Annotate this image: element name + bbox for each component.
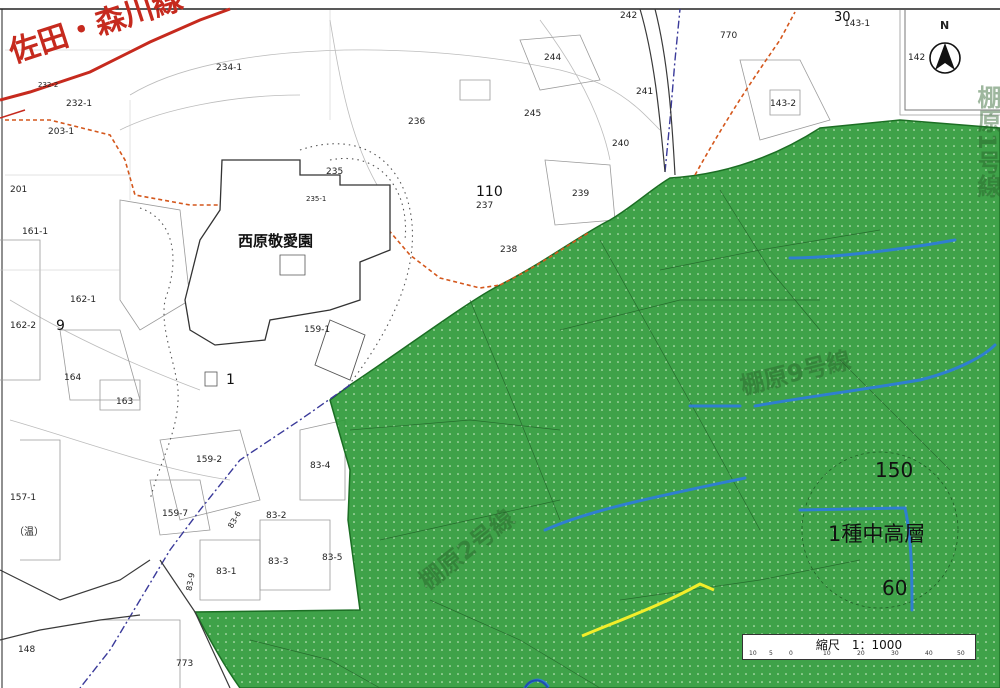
lot-number: 83-5 <box>322 553 343 563</box>
lot-number: 201 <box>10 185 28 195</box>
scale-tick: 20 <box>857 650 865 657</box>
lot-number: 232-1 <box>66 99 93 109</box>
lot-number: 773 <box>176 659 194 669</box>
scale-ticks: 10 5 0 10 20 30 40 50 <box>749 650 969 658</box>
lot-number: 203-1 <box>48 127 75 137</box>
lot-number: 770 <box>720 31 738 41</box>
zone-building-coverage: 60 <box>882 576 908 600</box>
lot-number: 242 <box>620 11 638 21</box>
lot-number: 241 <box>636 87 654 97</box>
facility-building <box>184 159 391 346</box>
lot-number: 240 <box>612 139 630 149</box>
lot-number: 235-1 <box>306 195 327 203</box>
lot-number-1: 1 <box>226 372 235 388</box>
lot-number: 235 <box>326 167 344 177</box>
lot-number: 234-1 <box>216 63 243 73</box>
lot-number: 245 <box>524 109 542 119</box>
lot-number: 163 <box>116 397 134 407</box>
lot-number: 162-2 <box>10 321 37 331</box>
lot-number: 244 <box>544 53 562 63</box>
lot-number: 237 <box>476 201 494 211</box>
scale-bar: 縮尺 1：1000 10 5 0 10 20 30 40 50 <box>742 634 976 660</box>
lot-number: 157-1 <box>10 493 37 503</box>
lot-number: 164 <box>64 373 82 383</box>
map-graphics <box>0 7 1000 688</box>
lot-number: 161-1 <box>22 227 49 237</box>
road-name-tanahara-1: 棚原1号線 <box>973 85 1000 198</box>
lot-number: 148 <box>18 645 36 655</box>
lot-number: 143-2 <box>770 99 797 109</box>
scale-tick: 10 <box>749 650 757 657</box>
lot-number: （温） <box>14 527 44 538</box>
zone-category[interactable]: 1種中高層 <box>828 518 925 548</box>
north-label: N <box>940 19 950 32</box>
lot-number: 236 <box>408 117 426 127</box>
lot-number-110: 110 <box>476 184 503 200</box>
lot-number-9: 9 <box>56 318 65 334</box>
scale-tick: 10 <box>823 650 831 657</box>
lot-number: 142 <box>908 53 926 63</box>
scale-tick: 40 <box>925 650 933 657</box>
lot-number: 83-3 <box>268 557 289 567</box>
scale-tick: 30 <box>891 650 899 657</box>
north-arrow-icon <box>929 42 961 74</box>
lot-number: 159-7 <box>162 509 189 519</box>
lot-number: 159-2 <box>196 455 223 465</box>
lot-number: 232-2 <box>38 81 59 89</box>
lot-number: 159-1 <box>304 325 331 335</box>
lot-number: 162-1 <box>70 295 97 305</box>
lot-number: 83-4 <box>310 461 331 471</box>
lot-number-30: 30 <box>834 10 851 25</box>
zone-floor-area-ratio: 150 <box>875 458 914 482</box>
scale-tick: 5 <box>769 650 773 657</box>
scale-tick: 50 <box>957 650 965 657</box>
map-canvas[interactable]: 佐田・森川線 棚原1号線 棚原9号線 棚原2号線 西原敬愛園 150 1種中高層… <box>0 0 1000 688</box>
scale-tick: 0 <box>789 650 793 657</box>
lot-number: 239 <box>572 189 590 199</box>
facility-name[interactable]: 西原敬愛園 <box>238 230 313 251</box>
lot-number: 83-2 <box>266 511 287 521</box>
lot-number: 238 <box>500 245 518 255</box>
lot-number: 83-1 <box>216 567 237 577</box>
